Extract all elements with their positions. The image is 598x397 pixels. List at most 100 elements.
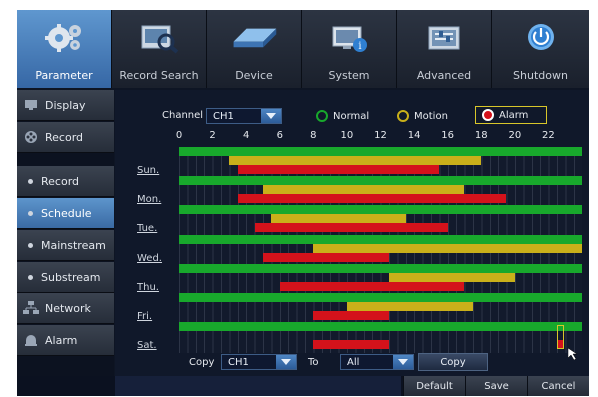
tab-record-search[interactable]: Record Search (112, 10, 207, 88)
schedule-row[interactable] (179, 263, 582, 295)
alarm-radio-icon (482, 109, 494, 121)
legend-motion[interactable]: Motion (397, 110, 448, 122)
schedule-panel: Channel CH1 Normal Motion Alarm 0 2 4 6 8 10 1… (115, 90, 589, 376)
monitor-icon (23, 98, 39, 112)
alarm-segment[interactable] (237, 165, 440, 174)
schedule-row[interactable] (179, 293, 582, 324)
channel-select[interactable]: CH1 (206, 108, 282, 124)
alarm-segment[interactable] (262, 252, 389, 262)
copy-from-value: CH1 (228, 357, 249, 368)
day-label: Thu. (137, 281, 159, 293)
tab-label: System (328, 69, 370, 82)
film-reel-icon (23, 130, 39, 144)
motion-segment[interactable] (313, 243, 582, 253)
schedule-row[interactable] (179, 322, 582, 354)
copy-from-select[interactable]: CH1 (221, 354, 297, 370)
tab-device[interactable]: Device (207, 10, 302, 88)
selection-cursor (556, 325, 564, 350)
tab-label: Parameter (35, 69, 93, 82)
normal-segment[interactable] (179, 293, 582, 302)
sidebar-item-network[interactable]: Network (17, 293, 114, 324)
hour-label: 6 (276, 130, 283, 141)
normal-segment[interactable] (179, 147, 582, 156)
hour-label: 18 (474, 130, 488, 141)
save-button[interactable]: Save (465, 376, 527, 396)
schedule-row[interactable] (179, 176, 582, 208)
bullet-icon (28, 178, 33, 184)
day-label: Mon. (137, 194, 162, 206)
legend-normal[interactable]: Normal (316, 110, 369, 122)
motion-segment[interactable] (262, 185, 465, 195)
sidebar-item-label: Display (45, 98, 86, 112)
alarm-segment[interactable] (237, 194, 507, 204)
copy-button[interactable]: Copy (418, 353, 488, 371)
chevron-down-icon (276, 355, 296, 369)
normal-segment[interactable] (179, 205, 582, 215)
day-label: Fri. (137, 311, 153, 322)
sidebar-item-label: Schedule (41, 206, 92, 220)
sidebar-item-alarm[interactable]: Alarm (17, 325, 114, 356)
normal-segment[interactable] (179, 176, 582, 186)
sidebar-item-label: Record (41, 174, 80, 188)
sidebar-item-record[interactable]: Record (17, 166, 114, 197)
alarm-segment[interactable] (313, 311, 389, 320)
hour-label: 0 (175, 130, 183, 141)
tab-label: Shutdown (513, 69, 568, 82)
hour-label: 4 (242, 130, 250, 141)
selection-fill (557, 340, 563, 349)
normal-segment[interactable] (179, 234, 582, 244)
sidebar: Display Record Record Schedule Mainstrea… (17, 90, 114, 396)
copy-to-select[interactable]: All (340, 354, 414, 370)
channel-label: Channel (162, 110, 204, 121)
network-icon (23, 301, 39, 315)
sidebar-item-schedule[interactable]: Schedule (17, 198, 114, 229)
copy-to-value: All (347, 357, 360, 368)
hour-label: 14 (407, 130, 421, 141)
hour-label: 8 (310, 130, 317, 141)
tab-advanced[interactable]: Advanced (397, 10, 492, 88)
alarm-segment[interactable] (254, 223, 448, 233)
system-info-icon: i (323, 18, 375, 56)
motion-segment[interactable] (229, 156, 482, 165)
normal-radio-icon (316, 110, 328, 122)
gears-icon (38, 18, 90, 56)
motion-segment[interactable] (346, 302, 473, 311)
record-search-icon (133, 18, 185, 56)
default-button[interactable]: Default (403, 376, 465, 396)
sidebar-item-substream[interactable]: Substream (17, 262, 114, 293)
sidebar-item-label: Network (45, 301, 91, 315)
tab-system[interactable]: i System (302, 10, 397, 88)
schedule-row[interactable] (179, 234, 582, 266)
bullet-icon (28, 210, 33, 216)
legend-motion-label: Motion (414, 110, 448, 122)
main-menu-bar: Parameter Record Search Device i System … (17, 10, 589, 88)
tab-parameter[interactable]: Parameter (17, 10, 112, 88)
tab-shutdown[interactable]: Shutdown (492, 10, 589, 88)
footer-bar: Default Save Cancel (17, 376, 589, 396)
hour-label: 10 (340, 130, 354, 141)
sidebar-item-display[interactable]: Display (17, 90, 114, 121)
hard-drive-icon (228, 18, 280, 56)
motion-segment[interactable] (271, 214, 406, 224)
day-label: Sun. (137, 165, 160, 176)
normal-segment[interactable] (179, 263, 582, 273)
alarm-segment[interactable] (279, 281, 465, 291)
sidebar-item-label: Record (45, 130, 84, 144)
svg-text:i: i (358, 41, 361, 52)
chevron-down-icon (261, 109, 281, 123)
dvr-window: Parameter Record Search Device i System … (17, 10, 589, 396)
alarm-segment[interactable] (313, 340, 389, 350)
motion-segment[interactable] (388, 272, 515, 282)
cancel-button[interactable]: Cancel (527, 376, 589, 396)
sidebar-item-record-group[interactable]: Record (17, 122, 114, 153)
sidebar-item-label: Substream (41, 270, 101, 284)
normal-segment[interactable] (179, 322, 582, 332)
hour-label: 22 (542, 130, 555, 141)
schedule-row[interactable] (179, 205, 582, 237)
schedule-row[interactable] (179, 147, 582, 178)
copy-label: Copy (189, 357, 215, 368)
sidebar-item-mainstream[interactable]: Mainstream (17, 230, 114, 261)
legend-alarm[interactable]: Alarm (475, 106, 548, 124)
day-label: Tue. (137, 223, 158, 235)
mouse-pointer-icon (567, 345, 578, 364)
